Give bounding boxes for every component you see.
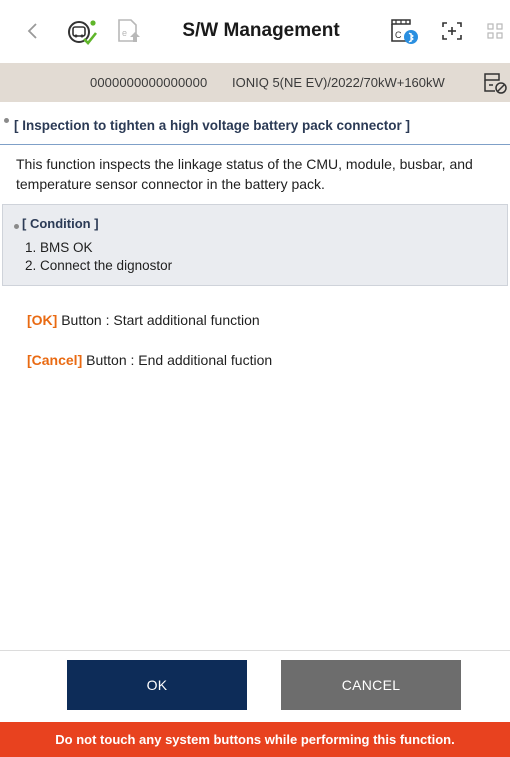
document-upload-icon[interactable]: e (112, 16, 146, 46)
svg-text:e: e (122, 28, 127, 38)
cancel-button[interactable]: CANCEL (281, 660, 461, 710)
screenshot-icon[interactable] (437, 16, 467, 46)
vehicle-status-icon[interactable] (483, 71, 507, 100)
back-icon[interactable] (22, 16, 44, 46)
section-title: [ Inspection to tighten a high voltage b… (14, 118, 411, 133)
bullet-icon (4, 118, 9, 123)
ok-hint: [OK] Button : Start additional function (27, 312, 260, 328)
vehicle-scan-icon[interactable] (63, 16, 99, 46)
vci-bluetooth-icon[interactable]: C (387, 16, 423, 46)
condition-item: 1. BMS OK (25, 240, 93, 255)
grid-menu-icon[interactable] (484, 16, 506, 46)
warning-banner: Do not touch any system buttons while pe… (0, 722, 510, 757)
hint-text: Button : End additional fuction (82, 352, 273, 368)
page-title: S/W Management (182, 20, 340, 41)
function-description: This function inspects the linkage statu… (16, 156, 473, 192)
vehicle-model-info: IONIQ 5(NE EV)/2022/70kW+160kW (232, 75, 445, 90)
hint-key: [Cancel] (27, 352, 83, 368)
vehicle-info-bar: 0000000000000000 IONIQ 5(NE EV)/2022/70k… (0, 63, 510, 102)
app-header: e S/W Management C (0, 0, 510, 63)
condition-item: 2. Connect the dignostor (25, 258, 173, 273)
hint-key: [OK] (27, 312, 58, 328)
ok-button[interactable]: OK (67, 660, 247, 710)
cancel-hint: [Cancel] Button : End additional fuction (27, 352, 272, 368)
condition-box: [ Condition ] 1. BMS OK 2. Connect the d… (2, 204, 508, 286)
hint-text: Button : Start additional function (57, 312, 260, 328)
vin-number: 0000000000000000 (90, 75, 208, 90)
section-header: [ Inspection to tighten a high voltage b… (0, 108, 510, 145)
bullet-icon (14, 224, 19, 229)
condition-heading: [ Condition ] (22, 216, 99, 231)
svg-text:C: C (395, 30, 402, 40)
